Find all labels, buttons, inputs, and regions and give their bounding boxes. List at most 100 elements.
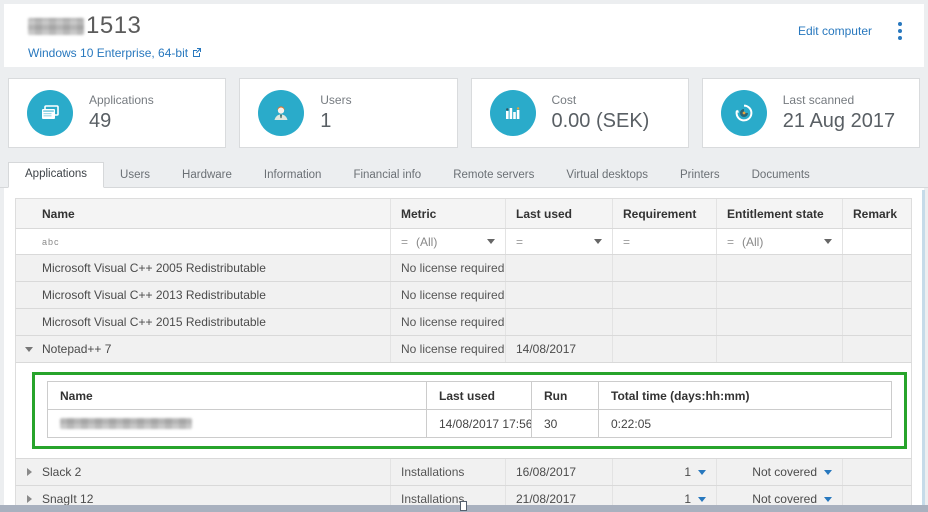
requirement-value bbox=[613, 282, 717, 308]
remark-value bbox=[843, 255, 911, 281]
column-header-metric[interactable]: Metric bbox=[391, 199, 506, 228]
application-name[interactable]: Microsoft Visual C++ 2005 Redistributabl… bbox=[42, 261, 266, 275]
filter-operator-icon[interactable]: = bbox=[727, 235, 734, 249]
tab-virtual-desktops[interactable]: Virtual desktops bbox=[550, 164, 664, 187]
expand-row-icon[interactable] bbox=[27, 468, 32, 476]
tab-users[interactable]: Users bbox=[104, 164, 166, 187]
application-name[interactable]: Microsoft Visual C++ 2013 Redistributabl… bbox=[42, 288, 266, 302]
requirement-dropdown-icon[interactable] bbox=[698, 497, 706, 502]
external-link-icon bbox=[192, 46, 202, 60]
table-row[interactable]: Microsoft Visual C++ 2015 Redistributabl… bbox=[15, 309, 912, 336]
entitlement-dropdown-icon[interactable] bbox=[824, 470, 832, 475]
expand-row-icon[interactable] bbox=[27, 495, 32, 503]
highlight-box: Name Last used Run Total time (days:hh:m… bbox=[32, 372, 907, 449]
table-row[interactable]: Microsoft Visual C++ 2013 Redistributabl… bbox=[15, 282, 912, 309]
entitlement-value: Not covered bbox=[752, 492, 817, 506]
cost-summary-card[interactable]: Cost 0.00 (SEK) bbox=[471, 78, 689, 148]
metric-value: No license required bbox=[391, 309, 506, 335]
metric-value: Installations bbox=[391, 459, 506, 485]
text-filter-icon[interactable]: abc bbox=[42, 237, 60, 247]
requirement-value bbox=[613, 336, 717, 362]
last-used-value: 14/08/2017 bbox=[506, 336, 613, 362]
requirement-value bbox=[613, 255, 717, 281]
redacted-computer-name bbox=[28, 18, 84, 35]
chevron-down-icon[interactable] bbox=[824, 239, 832, 244]
table-row-expanded[interactable]: Notepad++ 7 No license required 14/08/20… bbox=[15, 336, 912, 363]
expanded-row-detail: Name Last used Run Total time (days:hh:m… bbox=[15, 363, 912, 459]
remark-value bbox=[843, 336, 911, 362]
detail-column-last-used: Last used bbox=[427, 382, 532, 409]
card-label: Applications bbox=[89, 93, 154, 107]
requirement-value: 1 bbox=[684, 492, 691, 506]
application-name[interactable]: SnagIt 12 bbox=[42, 492, 93, 506]
remark-value bbox=[843, 309, 911, 335]
computer-name-suffix: 1513 bbox=[86, 12, 141, 40]
vertical-scrollbar[interactable] bbox=[922, 190, 925, 508]
column-header-requirement[interactable]: Requirement bbox=[613, 199, 717, 228]
tab-printers[interactable]: Printers bbox=[664, 164, 736, 187]
detail-data-row[interactable]: 14/08/2017 17:56:03 30 0:22:05 bbox=[47, 410, 892, 438]
users-icon bbox=[258, 90, 304, 136]
application-name[interactable]: Notepad++ 7 bbox=[42, 342, 111, 356]
card-value: 1 bbox=[320, 110, 351, 133]
chevron-down-icon[interactable] bbox=[594, 239, 602, 244]
table-row[interactable]: Microsoft Visual C++ 2005 Redistributabl… bbox=[15, 255, 912, 282]
collapse-row-icon[interactable] bbox=[25, 347, 33, 352]
metric-value: No license required bbox=[391, 282, 506, 308]
usage-detail-table: Name Last used Run Total time (days:hh:m… bbox=[47, 381, 892, 438]
column-header-name[interactable]: Name bbox=[16, 199, 391, 228]
computer-name: 1513 bbox=[28, 12, 141, 40]
detail-tabs: Applications Users Hardware Information … bbox=[0, 163, 928, 188]
detail-column-run: Run bbox=[532, 382, 599, 409]
entitlement-value bbox=[717, 282, 843, 308]
entitlement-filter-value[interactable]: (All) bbox=[742, 235, 763, 249]
tab-documents[interactable]: Documents bbox=[736, 164, 826, 187]
metric-filter-value[interactable]: (All) bbox=[416, 235, 437, 249]
requirement-value: 1 bbox=[684, 465, 691, 479]
application-name[interactable]: Microsoft Visual C++ 2015 Redistributabl… bbox=[42, 315, 266, 329]
tab-hardware[interactable]: Hardware bbox=[166, 164, 248, 187]
redacted-user-name bbox=[60, 418, 192, 429]
os-link[interactable]: Windows 10 Enterprise, 64-bit bbox=[28, 46, 202, 60]
column-header-last-used[interactable]: Last used bbox=[506, 199, 613, 228]
remark-value bbox=[843, 459, 911, 485]
detail-column-name: Name bbox=[48, 382, 427, 409]
tab-remote-servers[interactable]: Remote servers bbox=[437, 164, 550, 187]
summary-cards: Applications 49 Users 1 bbox=[8, 78, 920, 148]
requirement-dropdown-icon[interactable] bbox=[698, 470, 706, 475]
edit-computer-link[interactable]: Edit computer bbox=[798, 24, 872, 38]
entitlement-value bbox=[717, 336, 843, 362]
page-header: 1513 Edit computer Windows 10 Enterprise… bbox=[4, 4, 924, 67]
chevron-down-icon[interactable] bbox=[487, 239, 495, 244]
application-name[interactable]: Slack 2 bbox=[42, 465, 81, 479]
entitlement-dropdown-icon[interactable] bbox=[824, 497, 832, 502]
column-header-remark[interactable]: Remark bbox=[843, 199, 911, 228]
tab-information[interactable]: Information bbox=[248, 164, 338, 187]
mouse-cursor bbox=[460, 501, 467, 511]
detail-header-row: Name Last used Run Total time (days:hh:m… bbox=[47, 381, 892, 410]
entitlement-value bbox=[717, 255, 843, 281]
last-scanned-summary-card[interactable]: Last scanned 21 Aug 2017 bbox=[702, 78, 920, 148]
card-label: Cost bbox=[552, 93, 650, 107]
filter-operator-icon[interactable]: = bbox=[516, 235, 523, 249]
last-used-value bbox=[506, 282, 613, 308]
metric-value: No license required bbox=[391, 255, 506, 281]
remark-value bbox=[843, 282, 911, 308]
column-header-entitlement[interactable]: Entitlement state bbox=[717, 199, 843, 228]
applications-tab-content: Name Metric Last used Requirement Entitl… bbox=[4, 188, 924, 512]
card-value: 0.00 (SEK) bbox=[552, 110, 650, 133]
tab-applications[interactable]: Applications bbox=[8, 162, 104, 188]
applications-summary-card[interactable]: Applications 49 bbox=[8, 78, 226, 148]
users-summary-card[interactable]: Users 1 bbox=[239, 78, 457, 148]
cost-icon bbox=[490, 90, 536, 136]
detail-column-total-time: Total time (days:hh:mm) bbox=[599, 382, 891, 409]
filter-operator-icon[interactable]: = bbox=[623, 235, 630, 249]
filter-operator-icon[interactable]: = bbox=[401, 235, 408, 249]
table-row[interactable]: Slack 2 Installations 16/08/2017 1 Not c… bbox=[15, 459, 912, 486]
remark-filter-cell[interactable] bbox=[843, 229, 911, 254]
more-options-menu[interactable] bbox=[894, 20, 906, 42]
tab-financial-info[interactable]: Financial info bbox=[337, 164, 437, 187]
applications-table: Name Metric Last used Requirement Entitl… bbox=[15, 198, 912, 512]
metric-value: No license required bbox=[391, 336, 506, 362]
os-label: Windows 10 Enterprise, 64-bit bbox=[28, 46, 188, 60]
